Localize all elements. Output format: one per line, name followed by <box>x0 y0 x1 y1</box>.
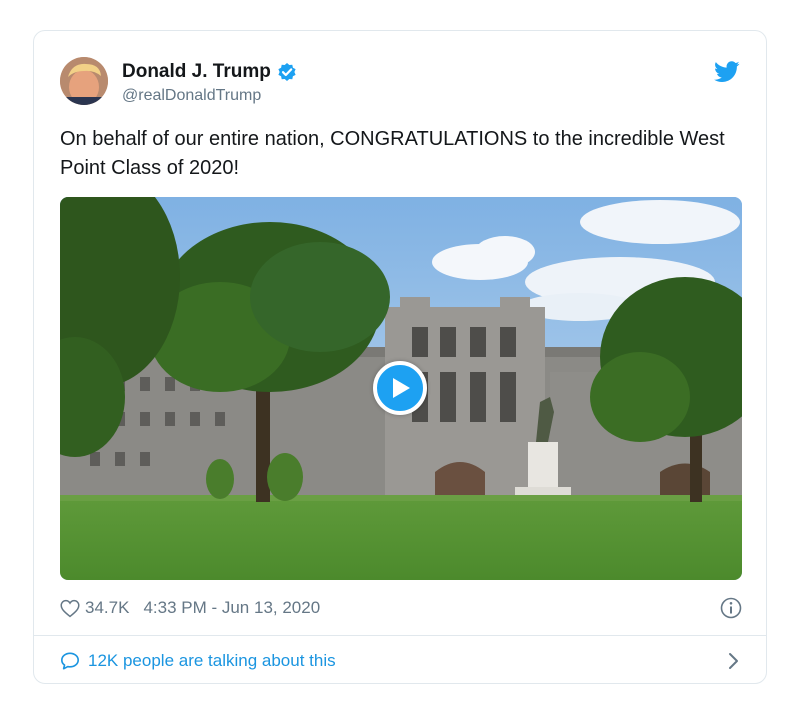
video-media[interactable] <box>60 197 742 580</box>
author-name-row[interactable]: Donald J. Trump <box>122 61 297 83</box>
comment-bubble-icon <box>61 652 79 670</box>
author-display-name[interactable]: Donald J. Trump <box>122 61 271 83</box>
chevron-right-icon[interactable] <box>728 652 740 675</box>
author-handle[interactable]: @realDonaldTrump <box>122 87 261 105</box>
twitter-bird-icon[interactable] <box>714 61 740 88</box>
info-icon[interactable] <box>720 597 742 624</box>
talking-about-text: 12K people are talking about this <box>88 651 336 670</box>
heart-icon <box>60 599 80 617</box>
tweet-card: Donald J. Trump @realDonaldTrump On beha… <box>33 30 767 684</box>
talking-about-link[interactable]: 12K people are talking about this <box>60 649 742 673</box>
tweet-meta-row: 34.7K 4:33 PM - Jun 13, 2020 <box>60 596 742 620</box>
play-icon[interactable] <box>373 361 427 415</box>
like-button[interactable]: 34.7K <box>60 598 129 618</box>
avatar[interactable] <box>60 57 108 105</box>
tweet-timestamp[interactable]: 4:33 PM - Jun 13, 2020 <box>143 598 320 618</box>
verified-badge-icon <box>277 62 297 82</box>
divider <box>34 635 766 636</box>
avatar-image <box>60 57 108 105</box>
tweet-text: On behalf of our entire nation, CONGRATU… <box>60 128 725 179</box>
like-count: 34.7K <box>85 598 130 617</box>
